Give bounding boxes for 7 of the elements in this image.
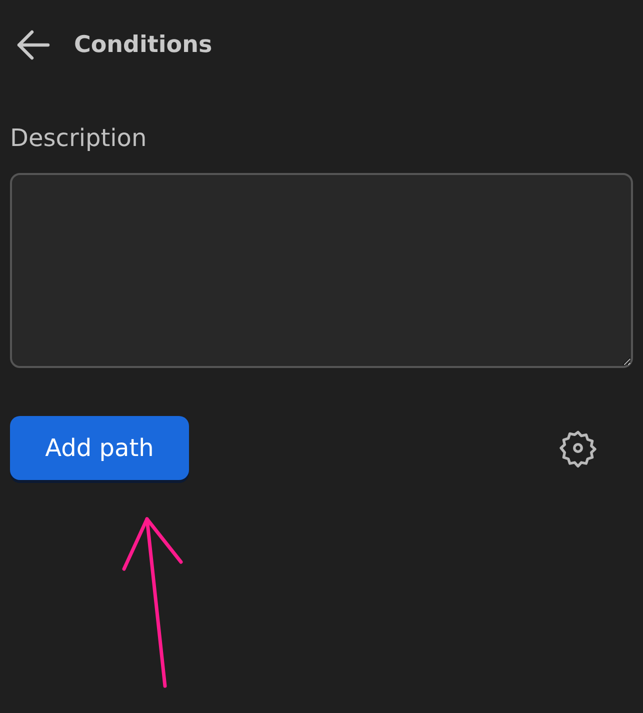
page-title: Conditions	[74, 32, 212, 58]
description-label: Description	[10, 124, 148, 152]
add-path-button[interactable]: Add path	[10, 416, 189, 480]
back-arrow-icon	[16, 30, 50, 60]
settings-icon[interactable]	[558, 428, 598, 468]
back-button[interactable]	[16, 30, 50, 60]
description-field[interactable]	[10, 173, 633, 368]
